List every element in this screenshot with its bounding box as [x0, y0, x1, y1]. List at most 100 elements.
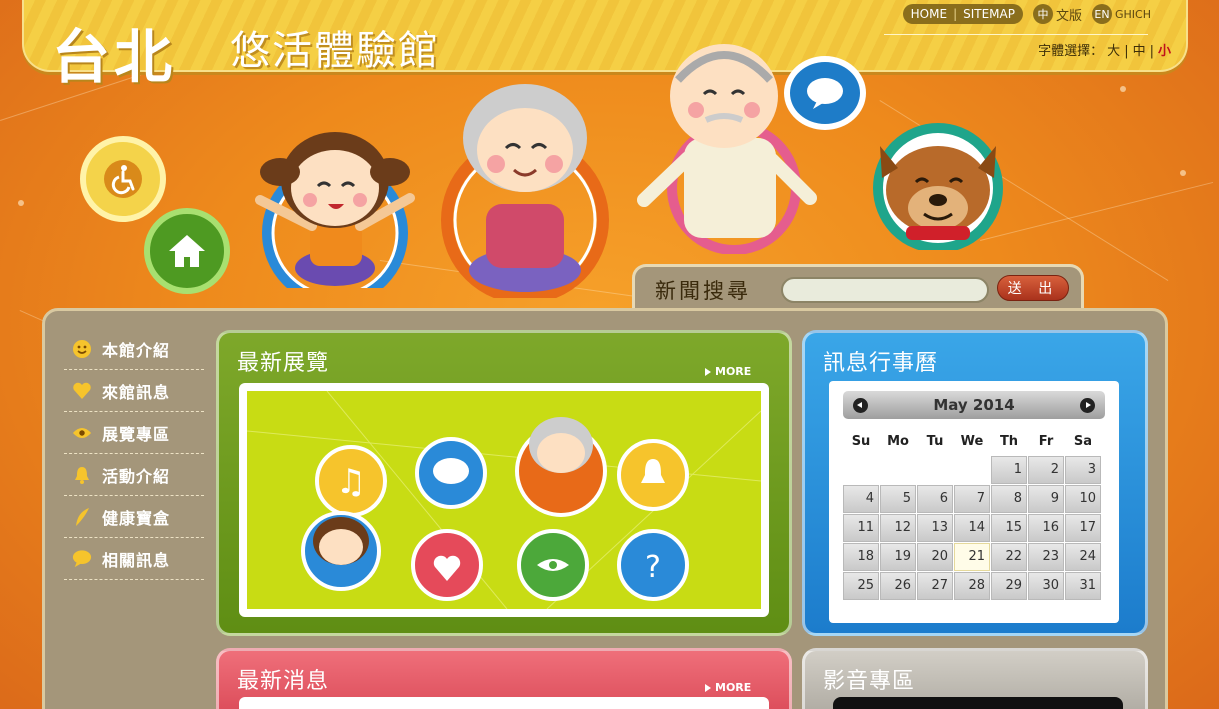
exhibition-banner[interactable]: ♫ ?	[239, 383, 769, 617]
menu-item-label: 來館訊息	[102, 382, 171, 402]
calendar-empty-cell	[880, 456, 916, 484]
calendar-card: 訊息行事曆 May 2014 Su Mo Tu We Th Fr Sa 1 2 3 4 5 6 7 8 9 10…	[802, 330, 1148, 636]
calendar-day[interactable]: 25	[843, 572, 879, 600]
news-list	[239, 697, 769, 709]
menu-item-related[interactable]: 相關訊息	[64, 538, 204, 580]
svg-text:?: ?	[645, 550, 661, 585]
weekday-header: Mo	[887, 433, 909, 449]
exhibition-more-link[interactable]: MORE	[705, 365, 751, 378]
dog-character	[862, 118, 1012, 253]
calendar-day[interactable]: 6	[917, 485, 953, 513]
menu-item-about[interactable]: 本館介紹	[64, 328, 204, 370]
calendar-day[interactable]: 7	[954, 485, 990, 513]
menu-item-label: 活動介紹	[102, 466, 171, 486]
menu-item-visit[interactable]: 來館訊息	[64, 370, 204, 412]
news-search-label: 新聞搜尋	[655, 279, 751, 303]
calendar-day[interactable]: 8	[991, 485, 1027, 513]
lang-zh-badge: 中	[1032, 4, 1053, 24]
heart-icon	[72, 381, 92, 401]
calendar-day[interactable]: 22	[991, 543, 1027, 571]
sitemap-link[interactable]: SITEMAP	[963, 7, 1015, 21]
grandma-character	[430, 80, 620, 304]
calendar-day[interactable]: 20	[917, 543, 953, 571]
lang-zh-label: 文版	[1055, 8, 1082, 24]
news-search-input[interactable]	[781, 277, 989, 303]
calendar-day[interactable]: 16	[1028, 514, 1064, 542]
calendar-day[interactable]: 13	[917, 514, 953, 542]
grandpa-character	[624, 28, 824, 255]
calendar-day[interactable]: 18	[843, 543, 879, 571]
wheelchair-icon	[104, 160, 142, 198]
menu-item-label: 展覽專區	[102, 424, 171, 444]
font-size-selector: 字體選擇：大 | 中 | 小	[1038, 40, 1175, 59]
menu-item-health[interactable]: 健康寶盒	[64, 496, 204, 538]
menu-item-label: 相關訊息	[102, 550, 171, 570]
calendar-day[interactable]: 26	[880, 572, 916, 600]
prev-month-icon[interactable]	[853, 398, 868, 413]
girl-character	[240, 108, 430, 306]
calendar-grid: Su Mo Tu We Th Fr Sa 1 2 3 4 5 6 7 8 9 10 11 12 13 14 15 16 17 1…	[843, 427, 1101, 600]
lang-en-button[interactable]: EN GHICH	[1092, 4, 1151, 24]
home-link[interactable]: HOME	[911, 7, 947, 21]
menu-item-label: 健康寶盒	[102, 508, 171, 528]
accessibility-button[interactable]	[80, 136, 166, 222]
calendar-day[interactable]: 5	[880, 485, 916, 513]
calendar-day[interactable]: 11	[843, 514, 879, 542]
exhibition-illustration: ♫ ?	[247, 391, 761, 609]
calendar-day[interactable]: 3	[1065, 456, 1101, 484]
calendar-day[interactable]: 4	[843, 485, 879, 513]
calendar-widget: May 2014 Su Mo Tu We Th Fr Sa 1 2 3 4 5 6 7 8 9 10 11 12 13…	[829, 381, 1119, 623]
calendar-day[interactable]: 31	[1065, 572, 1101, 600]
calendar-day[interactable]: 2	[1028, 456, 1064, 484]
font-size-medium[interactable]: 中	[1133, 44, 1146, 59]
news-more-link[interactable]: MORE	[705, 681, 751, 694]
house-icon	[169, 235, 205, 267]
svg-text:♫: ♫	[336, 462, 366, 502]
menu-item-exhibition[interactable]: 展覽專區	[64, 412, 204, 454]
leaf-icon	[72, 507, 92, 527]
weekday-header: Tu	[926, 433, 944, 449]
logo-main[interactable]: 台北	[52, 10, 176, 94]
calendar-day[interactable]: 17	[1065, 514, 1101, 542]
font-size-large[interactable]: 大	[1107, 44, 1120, 59]
more-label: MORE	[715, 681, 752, 694]
calendar-day[interactable]: 14	[954, 514, 990, 542]
calendar-day[interactable]: 28	[954, 572, 990, 600]
calendar-day[interactable]: 15	[991, 514, 1027, 542]
search-submit-button[interactable]: 送 出	[997, 275, 1069, 301]
exhibition-card: 最新展覽 MORE ♫ ?	[216, 330, 792, 636]
calendar-day[interactable]: 24	[1065, 543, 1101, 571]
top-links: HOME | SITEMAP	[902, 4, 1023, 24]
weekday-header: Sa	[1073, 433, 1093, 449]
calendar-day-today[interactable]: 21	[954, 543, 990, 571]
side-menu: 本館介紹 來館訊息 展覽專區 活動介紹 健康寶盒 相關訊息	[64, 328, 204, 580]
top-nav: HOME | SITEMAP 中 文版 EN GHICH	[902, 4, 1151, 24]
weekday-header: Fr	[1038, 433, 1054, 449]
next-month-icon[interactable]	[1080, 398, 1095, 413]
calendar-day[interactable]: 10	[1065, 485, 1101, 513]
calendar-day[interactable]: 19	[880, 543, 916, 571]
media-card: 影音專區	[802, 648, 1148, 709]
weekday-header: Su	[851, 433, 871, 449]
video-player[interactable]	[833, 697, 1123, 709]
calendar-day[interactable]: 27	[917, 572, 953, 600]
logo-subtitle: 悠活體驗館	[230, 28, 440, 74]
calendar-day[interactable]: 9	[1028, 485, 1064, 513]
divider: |	[953, 7, 958, 21]
font-size-label: 字體選擇：	[1038, 44, 1104, 59]
play-icon	[705, 683, 711, 692]
lang-zh-button[interactable]: 中 文版	[1032, 4, 1082, 24]
weekday-header: We	[960, 433, 984, 449]
menu-item-activities[interactable]: 活動介紹	[64, 454, 204, 496]
home-button[interactable]	[144, 208, 230, 294]
calendar-empty-cell	[843, 456, 879, 484]
calendar-day[interactable]: 30	[1028, 572, 1064, 600]
header-divider	[884, 34, 1148, 35]
calendar-day[interactable]: 29	[991, 572, 1027, 600]
calendar-day[interactable]: 23	[1028, 543, 1064, 571]
exhibition-title: 最新展覽	[237, 351, 330, 376]
calendar-day[interactable]: 1	[991, 456, 1027, 484]
font-size-small[interactable]: 小	[1158, 44, 1171, 59]
divider: |	[1149, 44, 1154, 59]
calendar-day[interactable]: 12	[880, 514, 916, 542]
